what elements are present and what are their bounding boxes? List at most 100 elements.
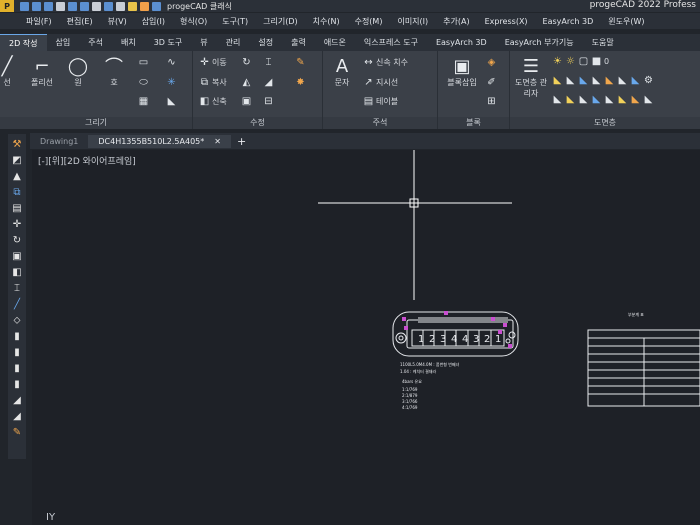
tab-manage[interactable]: 관리 <box>217 34 250 51</box>
move-button[interactable]: ✛ 이동 <box>199 57 226 68</box>
menu-draw[interactable]: 그리기(D) <box>263 16 297 27</box>
attribute-tool[interactable]: ⊞ <box>486 96 497 107</box>
region-tool[interactable]: ◣ <box>166 96 177 107</box>
select-icon[interactable]: ◩ <box>11 154 23 166</box>
circle-button[interactable]: ◯ 원 <box>64 55 92 88</box>
panel-modify-title[interactable]: 수정 <box>193 117 322 129</box>
create-block-tool[interactable]: ◈ <box>486 57 497 68</box>
print-icon[interactable] <box>56 1 65 11</box>
properties-icon[interactable] <box>92 1 101 11</box>
polyline-button[interactable]: ⌐ 폴리선 <box>24 55 60 88</box>
layer-tools-row-1[interactable]: ◣ ◣ ◣ ◣ ◣ ◣ ◣ ⚙ <box>552 75 654 86</box>
hatch-tool[interactable]: ▦ <box>138 96 149 107</box>
menu-edit[interactable]: 편집(E) <box>67 16 93 27</box>
trim-tool-icon[interactable]: ⌶ <box>11 282 23 294</box>
panel-draw-title[interactable]: 그리기 <box>0 117 192 129</box>
array-tool-icon[interactable]: ▤ <box>11 202 23 214</box>
open-file-icon[interactable] <box>32 1 41 11</box>
text-button[interactable]: A 문자 <box>329 55 355 88</box>
save-icon[interactable] <box>44 1 53 11</box>
stretch-button[interactable]: ◧ 신축 <box>199 96 227 107</box>
menu-dimension[interactable]: 치수(N) <box>313 16 340 27</box>
line-button[interactable]: ╱ 선 <box>0 55 14 88</box>
brush-icon[interactable] <box>128 1 137 11</box>
menu-file[interactable]: 파일(F) <box>26 16 52 27</box>
erase-tool-icon[interactable]: ✎ <box>11 426 23 438</box>
tab-view[interactable]: 뷰 <box>191 34 216 51</box>
layer-dropdown[interactable]: ☀ ☼ ▢ ■ 0 <box>552 56 609 67</box>
triangle-icon[interactable]: ▲ <box>11 170 23 182</box>
tab-express-tools[interactable]: 익스프레스 도구 <box>355 34 427 51</box>
tab-layout[interactable]: 배치 <box>112 34 145 51</box>
undo-icon[interactable] <box>68 1 77 11</box>
chamfer-tool-icon[interactable]: ▮ <box>11 346 23 358</box>
rotate-tool-icon[interactable]: ↻ <box>11 234 23 246</box>
arc-button[interactable]: ⌒ 호 <box>100 55 128 88</box>
menu-easyarch[interactable]: EasyArch 3D <box>543 17 594 26</box>
menu-window[interactable]: 윈도우(W) <box>608 16 644 27</box>
workspace-selector[interactable]: progeCAD 클래식 <box>167 1 232 12</box>
tab-insert[interactable]: 삽입 <box>47 34 80 51</box>
tab-2d-drafting[interactable]: 2D 작성 <box>0 33 47 52</box>
tab-annotate[interactable]: 주석 <box>79 34 112 51</box>
menu-modify[interactable]: 수정(M) <box>355 16 383 27</box>
rectangle-tool[interactable]: ▭ <box>138 57 149 68</box>
tab-help[interactable]: 도움말 <box>583 34 623 51</box>
point-tool[interactable]: ✳ <box>166 77 177 88</box>
new-file-icon[interactable] <box>20 1 29 11</box>
copy-tool-icon[interactable]: ⧉ <box>11 186 23 198</box>
layer-state-icon[interactable] <box>104 1 113 11</box>
copy-button[interactable]: ⧉ 복사 <box>199 77 227 88</box>
menu-view[interactable]: 뷰(V) <box>108 16 127 27</box>
ellipse-tool[interactable]: ⬭ <box>138 77 149 88</box>
stretch-tool-icon[interactable]: ◧ <box>11 266 23 278</box>
fillet-tool-icon[interactable]: ▮ <box>11 362 23 374</box>
tab-3d-tools[interactable]: 3D 도구 <box>145 34 192 51</box>
extend-tool-icon[interactable]: ╱ <box>11 298 23 310</box>
offset-tool[interactable]: ⊟ <box>263 96 274 107</box>
menu-format[interactable]: 형식(O) <box>180 16 207 27</box>
menu-express[interactable]: Express(X) <box>485 17 528 26</box>
join-tool-icon[interactable]: ▮ <box>11 330 23 342</box>
mirror-tool[interactable]: ◭ <box>241 77 252 88</box>
menu-extra[interactable]: 추가(A) <box>443 16 469 27</box>
drawing-canvas[interactable]: [-][위][2D 와이어프레임] 1 2 3 4 4 3 2 1 1100L5… <box>32 150 700 525</box>
quick-dim-button[interactable]: ↔ 신속 치수 <box>363 57 408 68</box>
layer-tools-row-2[interactable]: ◣ ◣ ◣ ◣ ◣ ◣ ◣ ◣ <box>552 94 654 105</box>
menu-image[interactable]: 이미지(I) <box>397 16 428 27</box>
redo-icon[interactable] <box>80 1 89 11</box>
panel-block-title[interactable]: 블록 <box>438 117 509 129</box>
move-tool-icon[interactable]: ✛ <box>11 218 23 230</box>
panel-annotation-title[interactable]: 주석 <box>323 117 437 129</box>
doc-tab-active[interactable]: DC4H1355B510L2.5A405* ✕ <box>88 134 231 148</box>
tab-settings[interactable]: 설정 <box>249 34 282 51</box>
app-logo-icon[interactable]: P <box>0 0 14 12</box>
region-tool-icon[interactable]: ◢ <box>11 394 23 406</box>
tab-output[interactable]: 출력 <box>282 34 315 51</box>
break-tool-icon[interactable]: ⬦ <box>11 314 23 326</box>
panel-layers-title[interactable]: 도면층 <box>510 117 700 129</box>
tab-addons[interactable]: 애드온 <box>315 34 355 51</box>
edit-block-tool[interactable]: ✐ <box>486 77 497 88</box>
new-tab-button[interactable]: + <box>231 135 252 148</box>
insert-block-button[interactable]: ▣ 블록삽입 <box>444 55 480 88</box>
hatch-tool-icon[interactable]: ◢ <box>11 410 23 422</box>
erase-tool[interactable]: ✎ <box>295 57 306 68</box>
tab-easyarch-addons[interactable]: EasyArch 부가기능 <box>496 34 583 51</box>
tab-easyarch-3d[interactable]: EasyArch 3D <box>427 35 496 50</box>
leader-button[interactable]: ↗ 지시선 <box>363 77 398 88</box>
trim-tool[interactable]: ⌶ <box>263 57 274 68</box>
help-icon[interactable] <box>152 1 161 11</box>
draw-tool-icon[interactable]: ⚒ <box>11 138 23 150</box>
table-button[interactable]: ▤ 테이블 <box>363 96 398 107</box>
array-tool[interactable]: ▣ <box>241 96 252 107</box>
explode-tool-icon[interactable]: ▮ <box>11 378 23 390</box>
rotate-tool[interactable]: ↻ <box>241 57 252 68</box>
lock-icon[interactable] <box>140 1 149 11</box>
explode-tool[interactable]: ✸ <box>295 77 306 88</box>
grid-icon[interactable] <box>116 1 125 11</box>
scale-tool[interactable]: ◢ <box>263 77 274 88</box>
menu-insert[interactable]: 삽입(I) <box>142 16 165 27</box>
close-tab-icon[interactable]: ✕ <box>214 137 221 146</box>
spline-tool[interactable]: ∿ <box>166 57 177 68</box>
